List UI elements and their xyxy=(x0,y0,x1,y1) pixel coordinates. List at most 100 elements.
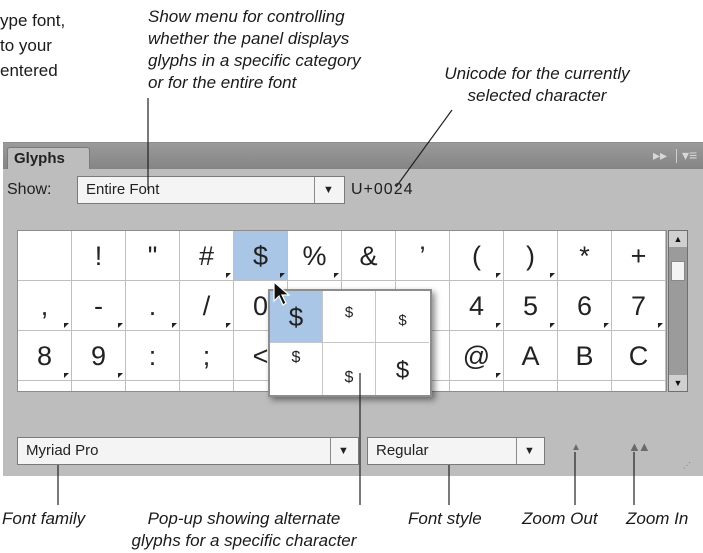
show-dropdown-value: Entire Font xyxy=(86,181,160,198)
intro-text: ype font, to your entered xyxy=(0,10,65,82)
titlebar-divider xyxy=(676,149,677,163)
zoom-out-icon[interactable]: ▲ xyxy=(571,442,581,453)
alternate-glyph[interactable]: $ xyxy=(376,343,429,395)
glyph-cell[interactable]: @ xyxy=(450,331,504,381)
alternate-glyph[interactable]: $ xyxy=(376,291,429,343)
glyph-cell[interactable]: N xyxy=(558,381,612,391)
glyph-cell[interactable]: E xyxy=(72,381,126,391)
double-chevron-right-icon[interactable]: ▸▸ xyxy=(653,147,667,164)
chevron-down-icon: ▼ xyxy=(524,445,535,457)
intro-line: to your xyxy=(0,36,52,55)
glyph-cell[interactable]: M xyxy=(504,381,558,391)
scroll-down-icon[interactable]: ▼ xyxy=(669,375,687,391)
glyph-cell[interactable]: ; xyxy=(180,331,234,381)
scroll-thumb[interactable] xyxy=(671,261,685,281)
alternates-indicator-icon xyxy=(658,323,663,328)
glyph-cell[interactable]: G xyxy=(180,381,234,391)
callout-zoom-in: Zoom In xyxy=(626,509,689,528)
zoom-in-icon[interactable]: ▲▲ xyxy=(628,439,651,454)
callout-line: glyphs in a specific category xyxy=(148,51,361,70)
glyph-cell[interactable]: 8 xyxy=(18,331,72,381)
glyph-cell[interactable]: L xyxy=(450,381,504,391)
glyph-scrollbar[interactable]: ▲ ▼ xyxy=(668,230,688,392)
mouse-pointer-icon xyxy=(273,281,291,306)
dropdown-divider xyxy=(516,438,517,464)
glyph-cell[interactable]: & xyxy=(342,231,396,281)
alternates-indicator-icon xyxy=(64,373,69,378)
alternates-indicator-icon xyxy=(496,373,501,378)
alternates-indicator-icon xyxy=(496,323,501,328)
panel-titlebar: Glyphs ▸▸ ▾≡ xyxy=(3,143,703,169)
glyph-cell[interactable]: - xyxy=(72,281,126,331)
alternate-glyph[interactable]: $ xyxy=(323,343,376,395)
glyph-cell[interactable]: 6 xyxy=(558,281,612,331)
show-label: Show: xyxy=(7,181,52,198)
alternates-indicator-icon xyxy=(604,323,609,328)
glyph-cell[interactable]: / xyxy=(180,281,234,331)
callout-line: Show menu for controlling xyxy=(148,7,345,26)
intro-line: entered xyxy=(0,61,58,80)
alternates-indicator-icon xyxy=(550,323,555,328)
callout-show-menu: Show menu for controlling whether the pa… xyxy=(148,6,361,94)
scroll-up-icon[interactable]: ▲ xyxy=(669,231,687,247)
show-dropdown[interactable]: Entire Font ▼ xyxy=(77,176,345,204)
glyph-cell[interactable]: C xyxy=(612,331,666,381)
glyph-cell[interactable]: 7 xyxy=(612,281,666,331)
alternate-glyph[interactable]: $ xyxy=(270,343,323,395)
callout-line: glyphs for a specific character xyxy=(131,531,357,550)
alternates-indicator-icon xyxy=(550,273,555,278)
font-style-value: Regular xyxy=(376,442,429,459)
glyph-cell[interactable]: 4 xyxy=(450,281,504,331)
glyph-cell[interactable]: 5 xyxy=(504,281,558,331)
glyph-cell[interactable]: * xyxy=(558,231,612,281)
chevron-down-icon: ▼ xyxy=(338,445,349,457)
chevron-down-icon: ▼ xyxy=(323,184,334,196)
glyph-cell[interactable]: + xyxy=(612,231,666,281)
alternates-popup: $ $ $ $ $ $ xyxy=(268,289,432,397)
callout-line: selected character xyxy=(467,86,607,105)
glyph-cell[interactable] xyxy=(18,231,72,281)
font-style-dropdown[interactable]: Regular ▼ xyxy=(367,437,545,465)
alternate-glyph[interactable]: $ xyxy=(323,291,376,343)
unicode-readout: U+0024 xyxy=(351,181,414,198)
glyph-cell[interactable]: . xyxy=(126,281,180,331)
glyph-cell[interactable]: $ xyxy=(234,231,288,281)
tab-glyphs[interactable]: Glyphs xyxy=(7,147,90,169)
dropdown-divider xyxy=(314,177,315,203)
callout-line: whether the panel displays xyxy=(148,29,350,48)
font-family-value: Myriad Pro xyxy=(26,442,99,459)
glyph-cell[interactable]: 9 xyxy=(72,331,126,381)
glyph-cell[interactable]: F xyxy=(126,381,180,391)
panel-menu-icon[interactable]: ▾≡ xyxy=(682,147,697,164)
glyph-cell[interactable]: ) xyxy=(504,231,558,281)
callout-font-style: Font style xyxy=(408,509,482,528)
callout-line: Unicode for the currently xyxy=(444,64,630,83)
callout-line: Pop-up showing alternate xyxy=(147,509,341,528)
alternates-indicator-icon xyxy=(226,323,231,328)
glyph-cell[interactable]: A xyxy=(504,331,558,381)
glyph-cell[interactable]: ( xyxy=(450,231,504,281)
dropdown-divider xyxy=(330,438,331,464)
alternates-indicator-icon xyxy=(172,323,177,328)
alternates-indicator-icon xyxy=(226,273,231,278)
alternates-indicator-icon xyxy=(64,323,69,328)
glyph-cell[interactable]: " xyxy=(126,231,180,281)
alternates-indicator-icon xyxy=(334,273,339,278)
glyph-cell[interactable]: ! xyxy=(72,231,126,281)
callout-line: or for the entire font xyxy=(148,73,297,92)
glyph-cell[interactable]: ’ xyxy=(396,231,450,281)
glyph-cell[interactable]: O xyxy=(612,381,666,391)
glyph-cell[interactable]: : xyxy=(126,331,180,381)
callout-font-family: Font family xyxy=(2,509,86,528)
alternates-indicator-icon xyxy=(496,273,501,278)
font-family-dropdown[interactable]: Myriad Pro ▼ xyxy=(17,437,359,465)
alternates-indicator-icon xyxy=(280,273,285,278)
glyph-cell[interactable]: # xyxy=(180,231,234,281)
glyph-cell[interactable]: , xyxy=(18,281,72,331)
glyph-cell[interactable]: % xyxy=(288,231,342,281)
callout-unicode: Unicode for the currently selected chara… xyxy=(427,63,647,107)
glyph-cell[interactable]: D xyxy=(18,381,72,391)
resize-grip-icon[interactable]: ⋰ xyxy=(683,461,691,470)
callout-zoom-out: Zoom Out xyxy=(522,509,598,528)
glyph-cell[interactable]: B xyxy=(558,331,612,381)
